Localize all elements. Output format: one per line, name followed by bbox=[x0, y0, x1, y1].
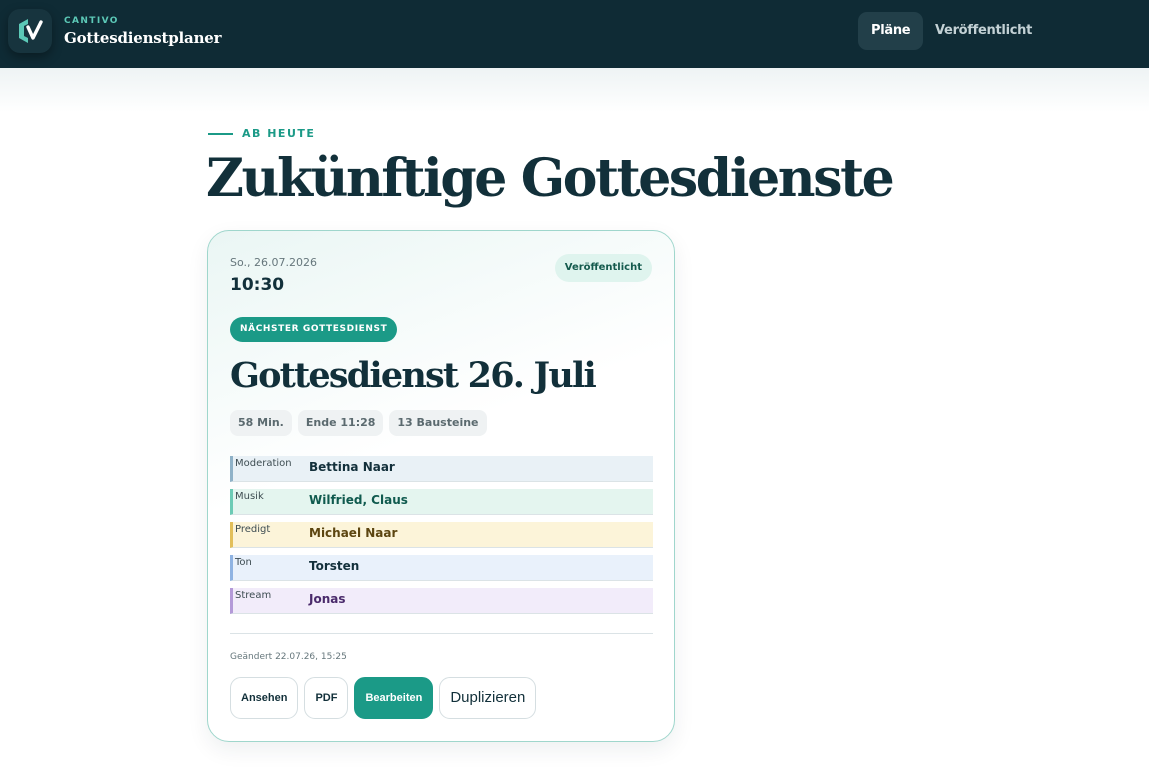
role-row-musik: Musik Wilfried, Claus bbox=[230, 489, 653, 515]
service-time: 10:30 bbox=[230, 275, 285, 295]
view-button[interactable]: Ansehen bbox=[230, 677, 299, 719]
page-title: Zukünftige Gottesdienste bbox=[206, 148, 895, 209]
role-row-ton: Ton Torsten bbox=[230, 555, 653, 581]
role-person: Michael Naar bbox=[309, 526, 398, 540]
service-title: Gottesdienst 26. Juli bbox=[230, 355, 597, 396]
role-row-moderation: Moderation Bettina Naar bbox=[230, 456, 653, 482]
role-person: Jonas bbox=[309, 592, 346, 606]
role-label: Stream bbox=[235, 590, 272, 601]
blocks-count-chip: 13 Bausteine bbox=[389, 410, 487, 436]
role-label: Musik bbox=[235, 491, 264, 502]
role-assignments: Moderation Bettina Naar Musik Wilfried, … bbox=[230, 456, 653, 621]
service-meta-chips: 58 Min. Ende 11:28 13 Bausteine bbox=[230, 410, 487, 436]
next-service-badge: NÄCHSTER GOTTESDIENST bbox=[230, 317, 398, 342]
role-label: Moderation bbox=[235, 458, 292, 469]
role-label: Ton bbox=[235, 557, 252, 568]
status-badge: Veröffentlicht bbox=[554, 254, 652, 282]
card-actions: Ansehen PDF Bearbeiten Duplizieren bbox=[230, 677, 537, 719]
card-divider bbox=[230, 633, 653, 634]
nav-veroeffentlicht[interactable]: Veröffentlicht bbox=[922, 12, 1045, 50]
brand-name: CANTIVO bbox=[64, 16, 119, 26]
role-row-predigt: Predigt Michael Naar bbox=[230, 522, 653, 548]
duration-chip: 58 Min. bbox=[230, 410, 292, 436]
role-row-stream: Stream Jonas bbox=[230, 588, 653, 614]
edit-button[interactable]: Bearbeiten bbox=[354, 677, 434, 719]
top-navigation-bar: CANTIVO Gottesdienstplaner Pläne Veröffe… bbox=[0, 0, 1149, 68]
service-date: So., 26.07.2026 bbox=[230, 256, 317, 269]
end-time-chip: Ende 11:28 bbox=[297, 410, 384, 436]
duplicate-button[interactable]: Duplizieren bbox=[439, 677, 537, 719]
section-eyebrow: AB HEUTE bbox=[242, 127, 316, 140]
cantivo-logo[interactable] bbox=[8, 9, 52, 53]
role-label: Predigt bbox=[235, 524, 271, 535]
header-shadow bbox=[0, 68, 1149, 112]
eyebrow-line bbox=[208, 133, 233, 135]
app-title: Gottesdienstplaner bbox=[64, 29, 222, 47]
last-changed-text: Geändert 22.07.26, 15:25 bbox=[230, 652, 347, 662]
nav-plaene[interactable]: Pläne bbox=[858, 12, 924, 50]
pdf-button[interactable]: PDF bbox=[304, 677, 349, 719]
service-card: So., 26.07.2026 10:30 Veröffentlicht NÄC… bbox=[207, 230, 675, 742]
role-person: Wilfried, Claus bbox=[309, 493, 408, 507]
role-person: Bettina Naar bbox=[309, 460, 395, 474]
logo-icon bbox=[19, 19, 43, 43]
role-person: Torsten bbox=[309, 559, 360, 573]
